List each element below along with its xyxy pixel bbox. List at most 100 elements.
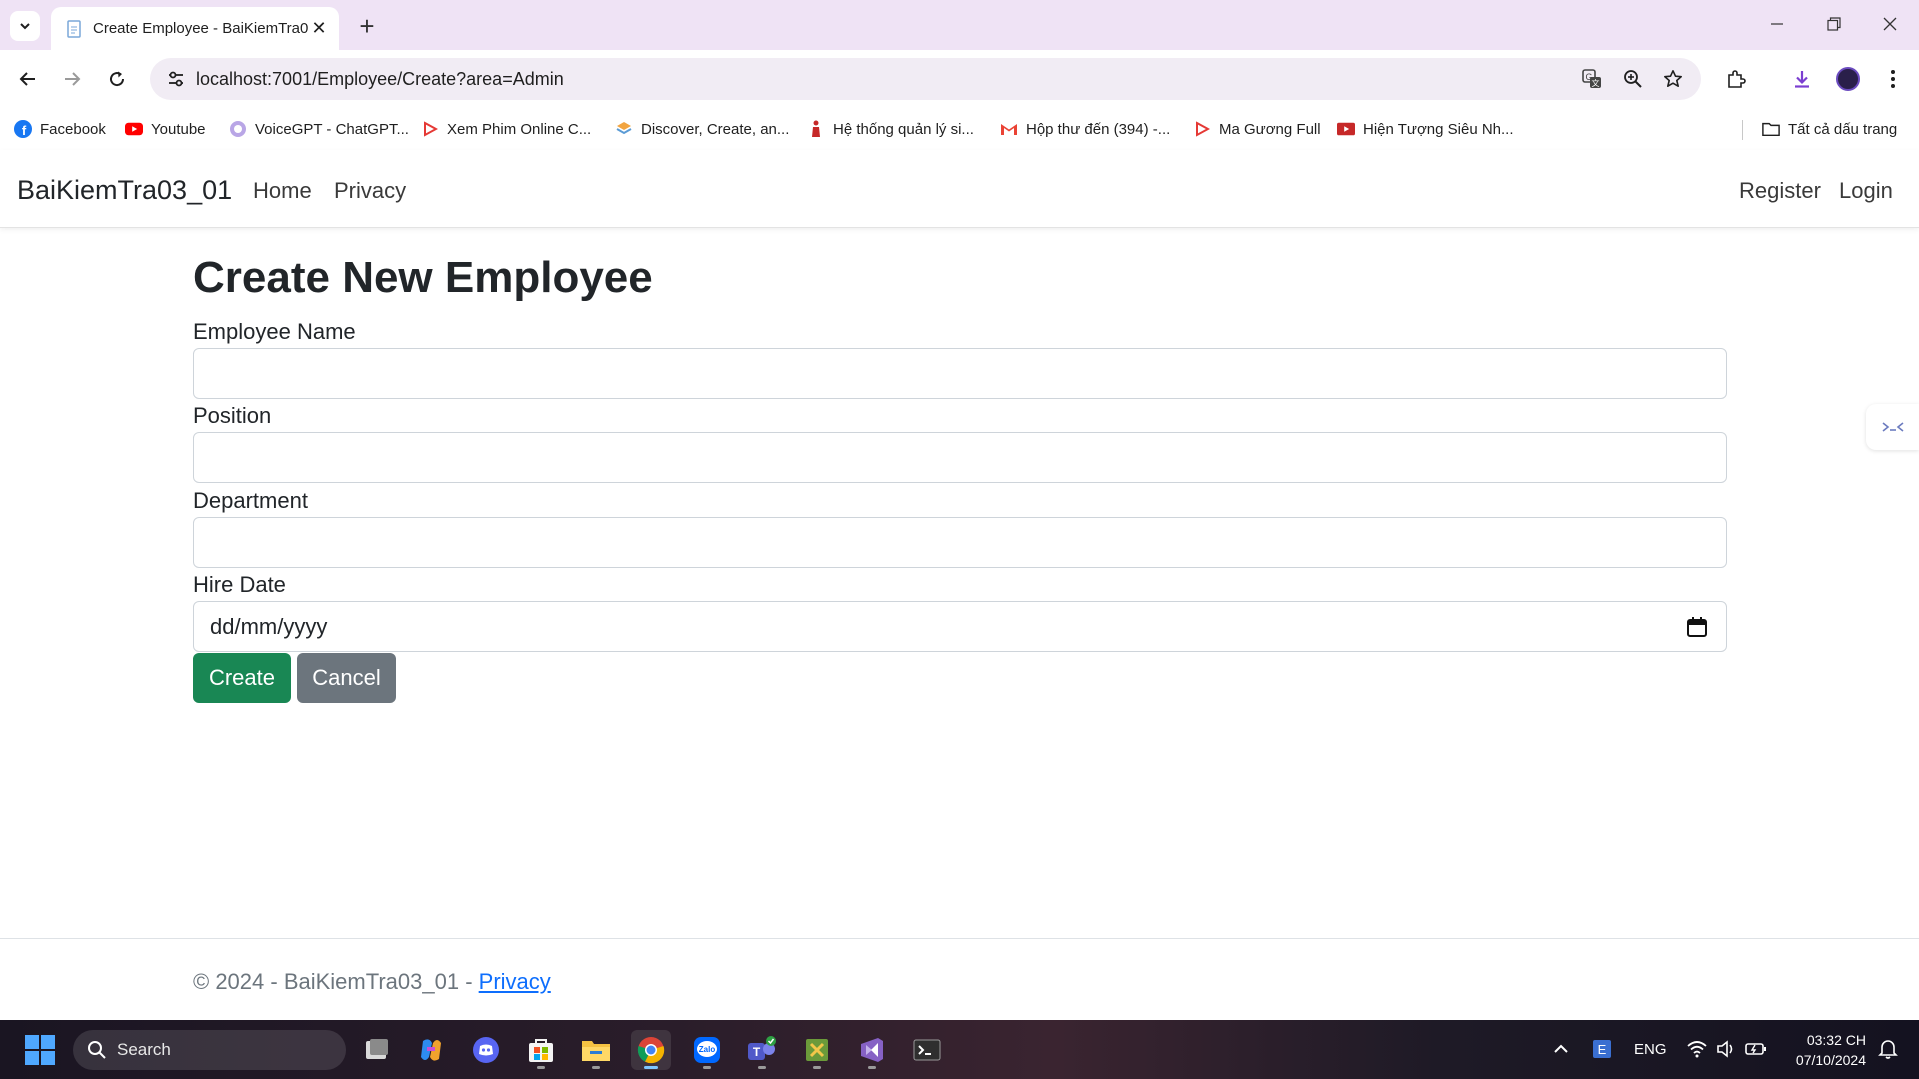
bookmark-label: Facebook bbox=[40, 120, 106, 138]
bookmark-gmail[interactable]: Hộp thư đến (394) -... bbox=[1000, 116, 1170, 142]
page-title: Create New Employee bbox=[193, 253, 653, 302]
running-indicator bbox=[703, 1066, 711, 1069]
restore-icon[interactable] bbox=[1814, 8, 1854, 40]
site-info-icon[interactable] bbox=[160, 63, 192, 95]
show-hidden-icons-chevron-up-icon[interactable] bbox=[1553, 1041, 1569, 1057]
reload-icon[interactable] bbox=[101, 63, 133, 95]
nav-privacy-link[interactable]: Privacy bbox=[334, 178, 406, 204]
employee-name-label: Employee Name bbox=[193, 319, 356, 344]
volume-icon[interactable] bbox=[1716, 1040, 1736, 1058]
bookmark-youtube[interactable]: Youtube bbox=[125, 116, 206, 142]
battery-icon[interactable] bbox=[1745, 1040, 1767, 1058]
chrome-icon[interactable] bbox=[631, 1030, 671, 1070]
nav-register-link[interactable]: Register bbox=[1739, 178, 1821, 204]
terminal-icon[interactable] bbox=[907, 1030, 947, 1070]
menu-kebab-icon[interactable] bbox=[1877, 63, 1909, 95]
hire-date-input[interactable]: dd/mm/yyyy bbox=[193, 601, 1727, 652]
department-input[interactable] bbox=[193, 517, 1727, 568]
tab-search-button[interactable] bbox=[10, 11, 40, 41]
running-indicator bbox=[813, 1066, 821, 1069]
running-indicator bbox=[592, 1066, 600, 1069]
svg-text:Zalo: Zalo bbox=[699, 1045, 716, 1054]
download-icon[interactable] bbox=[1786, 63, 1818, 95]
create-button[interactable]: Create bbox=[193, 653, 291, 703]
bookmark-he-thong[interactable]: Hệ thống quản lý si... bbox=[807, 116, 974, 142]
bookmark-voicegpt[interactable]: VoiceGPT - ChatGPT... bbox=[229, 116, 409, 142]
site-brand-link[interactable]: BaiKiemTra03_01 bbox=[17, 175, 232, 206]
footer-privacy-link[interactable]: Privacy bbox=[479, 969, 551, 994]
windows-start-icon[interactable] bbox=[24, 1034, 56, 1066]
wifi-icon[interactable] bbox=[1687, 1040, 1707, 1058]
address-bar[interactable]: localhost:7001/Employee/Create?area=Admi… bbox=[150, 58, 1701, 100]
chevron-down-icon bbox=[20, 23, 30, 30]
avatar bbox=[1836, 67, 1860, 91]
svg-text:T: T bbox=[753, 1045, 761, 1059]
bookmark-star-icon[interactable] bbox=[1657, 63, 1689, 95]
student-icon bbox=[807, 120, 825, 138]
translate-icon[interactable]: G文 bbox=[1576, 63, 1608, 95]
new-tab-plus-icon[interactable]: + bbox=[352, 11, 382, 41]
copilot-icon[interactable] bbox=[411, 1030, 451, 1070]
task-view-icon[interactable] bbox=[357, 1030, 397, 1070]
gmail-icon bbox=[1000, 120, 1018, 138]
bookmark-discover[interactable]: Discover, Create, an... bbox=[615, 116, 789, 142]
bookmark-label: Ma Gương Full bbox=[1219, 120, 1321, 138]
position-input[interactable] bbox=[193, 432, 1727, 483]
side-panel-toggle[interactable] bbox=[1866, 404, 1919, 450]
svg-text:E: E bbox=[1598, 1042, 1607, 1057]
play-icon bbox=[421, 120, 439, 138]
bookmarks-divider bbox=[1742, 120, 1743, 140]
bookmark-label: Hộp thư đến (394) -... bbox=[1026, 120, 1171, 138]
browser-tab-active[interactable]: Create Employee - BaiKiemTra03_01 ✕ bbox=[51, 7, 339, 50]
file-explorer-icon[interactable] bbox=[576, 1030, 616, 1070]
position-label: Position bbox=[193, 403, 272, 428]
visual-studio-icon[interactable] bbox=[852, 1030, 892, 1070]
nav-login-link[interactable]: Login bbox=[1839, 178, 1893, 204]
all-bookmarks-folder[interactable]: Tất cả dấu trang bbox=[1762, 116, 1897, 142]
footer-copyright: © 2024 - BaiKiemTra03_01 - Privacy bbox=[193, 969, 551, 995]
language-indicator[interactable]: ENG bbox=[1634, 1041, 1667, 1058]
clock-time: 03:32 CH bbox=[1806, 1032, 1866, 1048]
nav-home-link[interactable]: Home bbox=[253, 178, 312, 204]
zalo-icon[interactable]: Zalo bbox=[687, 1030, 727, 1070]
input-method-icon[interactable]: E bbox=[1592, 1039, 1612, 1059]
svg-text:f: f bbox=[22, 123, 27, 138]
discord-icon[interactable] bbox=[466, 1030, 506, 1070]
department-label: Department bbox=[193, 488, 308, 513]
voicegpt-icon bbox=[229, 120, 247, 138]
extensions-puzzle-icon[interactable] bbox=[1720, 63, 1752, 95]
browser-toolbar: localhost:7001/Employee/Create?area=Admi… bbox=[0, 50, 1919, 108]
bookmark-ma-guong[interactable]: Ma Gương Full bbox=[1193, 116, 1321, 142]
snipping-tool-icon[interactable] bbox=[797, 1030, 837, 1070]
taskbar-search-label: Search bbox=[117, 1040, 171, 1059]
hire-date-placeholder: dd/mm/yyyy bbox=[210, 613, 328, 639]
teams-icon[interactable]: T bbox=[742, 1030, 782, 1070]
youtube-icon bbox=[125, 120, 143, 138]
employee-name-input[interactable] bbox=[193, 348, 1727, 399]
cancel-button[interactable]: Cancel bbox=[297, 653, 396, 703]
taskbar-clock[interactable]: 03:32 CH 07/10/2024 bbox=[1776, 1030, 1866, 1070]
windows-taskbar: Search Zalo T E ENG 03:32 CH 07/10/2024 bbox=[0, 1020, 1919, 1079]
zoom-icon[interactable] bbox=[1617, 63, 1649, 95]
bookmark-label: Hiện Tượng Siêu Nh... bbox=[1363, 120, 1514, 138]
minimize-icon[interactable] bbox=[1757, 8, 1797, 40]
bookmark-facebook[interactable]: f Facebook bbox=[14, 116, 106, 142]
url-text: localhost:7001/Employee/Create?area=Admi… bbox=[196, 69, 564, 89]
running-indicator bbox=[868, 1066, 876, 1069]
profile-avatar-icon[interactable] bbox=[1832, 63, 1864, 95]
back-arrow-icon[interactable] bbox=[12, 63, 44, 95]
bookmarks-bar: f Facebook Youtube VoiceGPT - ChatGPT...… bbox=[0, 108, 1919, 150]
forward-arrow-icon[interactable] bbox=[56, 63, 88, 95]
bookmark-hien-tuong[interactable]: Hiện Tượng Siêu Nh... bbox=[1337, 116, 1514, 142]
microsoft-store-icon[interactable] bbox=[521, 1030, 561, 1070]
notification-bell-icon[interactable] bbox=[1877, 1038, 1899, 1060]
bookmark-xem-phim[interactable]: Xem Phim Online C... bbox=[421, 116, 591, 142]
bookmark-label: Xem Phim Online C... bbox=[447, 120, 592, 138]
calendar-icon[interactable] bbox=[1686, 616, 1708, 638]
close-window-icon[interactable] bbox=[1870, 8, 1910, 40]
all-bookmarks-label: Tất cả dấu trang bbox=[1788, 120, 1898, 138]
site-footer: © 2024 - BaiKiemTra03_01 - Privacy bbox=[0, 938, 1919, 1020]
youtube-icon bbox=[1337, 120, 1355, 138]
taskbar-search-box[interactable]: Search bbox=[73, 1030, 346, 1070]
tab-close-icon[interactable]: ✕ bbox=[309, 18, 329, 39]
